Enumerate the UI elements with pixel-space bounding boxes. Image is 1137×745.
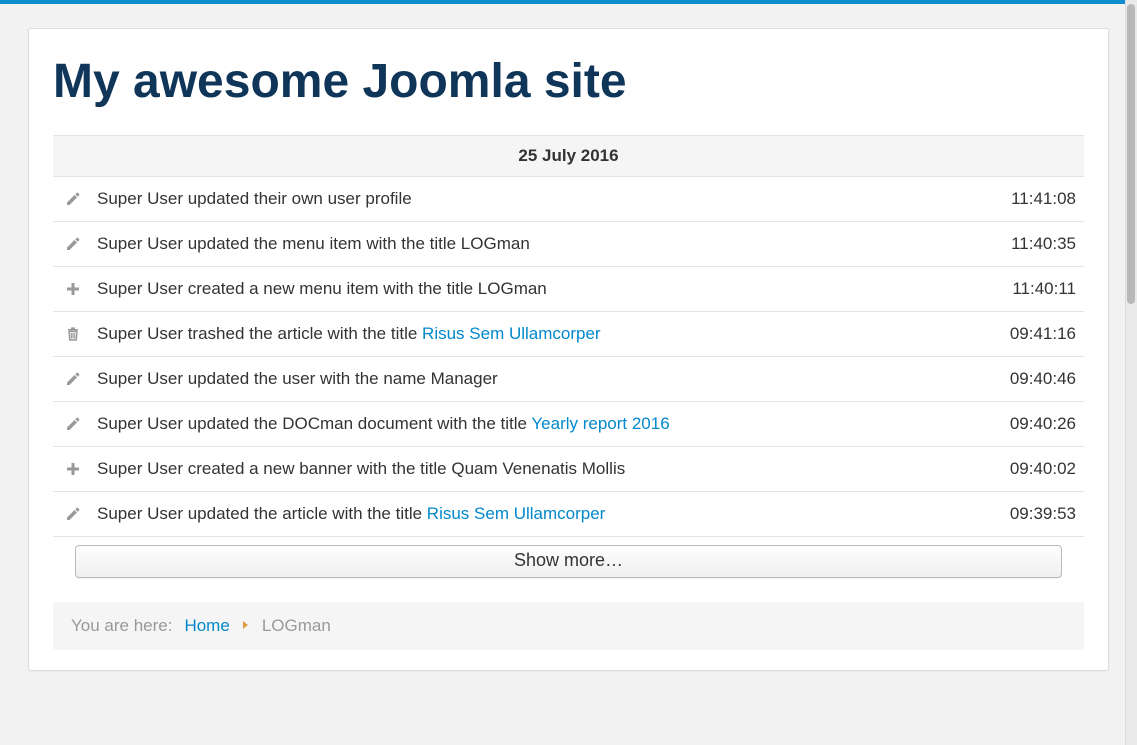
log-message: Super User updated the user with the nam… <box>97 369 994 389</box>
plus-icon <box>65 281 89 297</box>
log-row: Super User updated the article with the … <box>53 492 1084 537</box>
log-text-fragment: Super User updated the DOCman document w… <box>97 414 531 433</box>
log-text-fragment: Super User updated the user with the nam… <box>97 369 498 388</box>
log-text-fragment: Super User created a new banner with the… <box>97 459 625 478</box>
breadcrumb-prefix: You are here: <box>71 616 172 636</box>
trash-icon <box>65 326 89 342</box>
log-timestamp: 09:40:02 <box>1010 459 1076 479</box>
log-timestamp: 11:41:08 <box>1011 189 1076 209</box>
log-row: Super User trashed the article with the … <box>53 312 1084 357</box>
log-message: Super User trashed the article with the … <box>97 324 994 344</box>
log-timestamp: 09:39:53 <box>1010 504 1076 524</box>
log-text-fragment: Super User updated the article with the … <box>97 504 427 523</box>
pencil-icon <box>65 371 89 387</box>
plus-icon <box>65 461 89 477</box>
log-row: Super User updated the user with the nam… <box>53 357 1084 402</box>
site-title: My awesome Joomla site <box>53 57 1084 107</box>
log-text-fragment: Super User trashed the article with the … <box>97 324 422 343</box>
breadcrumb: You are here: Home LOGman <box>53 602 1084 650</box>
log-link[interactable]: Risus Sem Ullamcorper <box>422 324 601 343</box>
show-more-button[interactable]: Show more… <box>75 545 1062 578</box>
log-date-header: 25 July 2016 <box>53 135 1084 177</box>
log-timestamp: 11:40:35 <box>1011 234 1076 254</box>
log-row: Super User created a new banner with the… <box>53 447 1084 492</box>
log-message: Super User updated the DOCman document w… <box>97 414 994 434</box>
vertical-scrollbar[interactable] <box>1125 0 1137 745</box>
log-text-fragment: Super User updated the menu item with th… <box>97 234 530 253</box>
pencil-icon <box>65 416 89 432</box>
log-message: Super User updated the article with the … <box>97 504 994 524</box>
log-row: Super User updated their own user profil… <box>53 177 1084 222</box>
show-more-wrap: Show more… <box>53 537 1084 588</box>
log-row: Super User updated the menu item with th… <box>53 222 1084 267</box>
content-card: My awesome Joomla site 25 July 2016 Supe… <box>28 28 1109 671</box>
log-link[interactable]: Risus Sem Ullamcorper <box>427 504 606 523</box>
pencil-icon <box>65 191 89 207</box>
log-message: Super User created a new menu item with … <box>97 279 996 299</box>
log-message: Super User created a new banner with the… <box>97 459 994 479</box>
log-timestamp: 09:40:26 <box>1010 414 1076 434</box>
pencil-icon <box>65 506 89 522</box>
log-row: Super User created a new menu item with … <box>53 267 1084 312</box>
log-row: Super User updated the DOCman document w… <box>53 402 1084 447</box>
breadcrumb-home-link[interactable]: Home <box>184 616 229 636</box>
activity-log-list: Super User updated their own user profil… <box>53 177 1084 537</box>
log-timestamp: 09:41:16 <box>1010 324 1076 344</box>
log-timestamp: 11:40:11 <box>1012 279 1076 299</box>
log-message: Super User updated their own user profil… <box>97 189 995 209</box>
log-timestamp: 09:40:46 <box>1010 369 1076 389</box>
log-link[interactable]: Yearly report 2016 <box>531 414 669 433</box>
pencil-icon <box>65 236 89 252</box>
breadcrumb-current: LOGman <box>262 616 331 636</box>
scrollbar-thumb[interactable] <box>1127 4 1135 304</box>
log-text-fragment: Super User created a new menu item with … <box>97 279 547 298</box>
log-text-fragment: Super User updated their own user profil… <box>97 189 412 208</box>
log-message: Super User updated the menu item with th… <box>97 234 995 254</box>
breadcrumb-separator-icon <box>242 619 250 633</box>
page-wrap: My awesome Joomla site 25 July 2016 Supe… <box>0 4 1137 683</box>
